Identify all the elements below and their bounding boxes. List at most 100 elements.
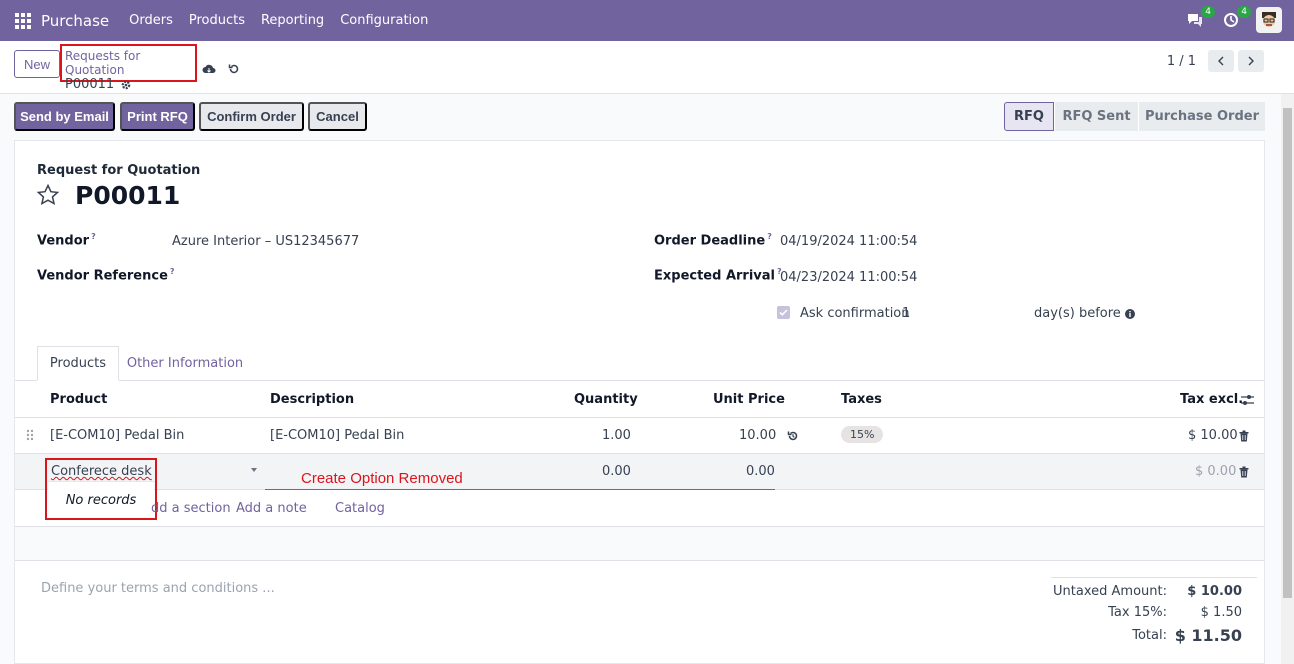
info-icon[interactable] — [1125, 309, 1135, 319]
discard-changes-icon[interactable] — [228, 63, 240, 75]
vendor-field[interactable]: Azure Interior – US12345677 — [172, 234, 359, 249]
apps-grid-icon[interactable] — [15, 12, 31, 29]
edit-row-underline — [265, 489, 775, 490]
tab-other-information[interactable]: Other Information — [125, 346, 245, 381]
menu-reporting[interactable]: Reporting — [261, 13, 324, 28]
cell-description[interactable]: [E-COM10] Pedal Bin — [270, 428, 404, 443]
order-deadline-field[interactable]: 04/19/2024 11:00:54 — [780, 234, 917, 249]
breadcrumb-current: P00011 — [65, 77, 195, 93]
add-note-link[interactable]: Add a note — [236, 501, 307, 516]
terms-and-conditions-field[interactable]: Define your terms and conditions ... — [41, 581, 275, 596]
table-row[interactable]: [E-COM10] Pedal Bin [E-COM10] Pedal Bin … — [15, 418, 1264, 454]
trash-icon[interactable] — [1239, 430, 1249, 442]
breadcrumb: Requests for Quotation P00011 — [60, 44, 197, 92]
stage-rfq-sent[interactable]: RFQ Sent — [1054, 102, 1138, 131]
total-label: Total: — [1132, 628, 1167, 643]
tax-badge[interactable]: 15% — [841, 426, 884, 443]
menu-orders[interactable]: Orders — [129, 13, 173, 28]
top-navbar: Purchase Orders Products Reporting Confi… — [0, 0, 1294, 41]
vendor-reference-label-text: Vendor Reference — [37, 268, 168, 284]
order-lines-header: Product Description Quantity Unit Price … — [15, 381, 1264, 418]
vendor-label: Vendor? — [37, 232, 96, 248]
stage-purchase-order[interactable]: Purchase Order — [1138, 102, 1265, 131]
cloud-save-icon[interactable] — [202, 63, 216, 75]
star-icon[interactable] — [36, 183, 60, 207]
column-description[interactable]: Description — [270, 392, 354, 407]
totals-summary: Untaxed Amount: $ 10.00 Tax 15%: $ 1.50 … — [1051, 577, 1257, 645]
vendor-reference-label: Vendor Reference? — [37, 267, 175, 283]
days-before-label: day(s) before — [1034, 306, 1121, 321]
help-mark[interactable]: ? — [170, 267, 175, 276]
tax-value: $ 1.50 — [1200, 605, 1242, 620]
cell-product[interactable]: [E-COM10] Pedal Bin — [50, 428, 184, 443]
avatar-icon[interactable] — [1256, 7, 1282, 33]
optional-columns-icon[interactable] — [1241, 394, 1254, 406]
ask-confirmation-days-field[interactable]: 1 — [902, 306, 910, 321]
add-section-link[interactable]: dd a section — [151, 501, 231, 516]
annotation-text: Create Option Removed — [301, 470, 463, 487]
untaxed-value: $ 10.00 — [1187, 584, 1242, 599]
send-by-email-button[interactable]: Send by Email — [14, 102, 115, 131]
record-title: P00011 — [75, 181, 181, 210]
new-button[interactable]: New — [14, 50, 60, 78]
chat-icon[interactable]: 4 — [1184, 6, 1215, 31]
print-rfq-button[interactable]: Print RFQ — [120, 102, 195, 131]
table-footer — [15, 527, 1264, 561]
menu-configuration[interactable]: Configuration — [340, 13, 428, 28]
chevron-left-icon — [1218, 56, 1224, 66]
order-deadline-label: Order Deadline? — [654, 232, 772, 248]
ask-confirmation-label: Ask confirmation — [800, 306, 910, 321]
scrollbar[interactable] — [1281, 94, 1294, 664]
check-icon — [779, 309, 788, 316]
edit-quantity-field[interactable]: 0.00 — [602, 464, 631, 479]
status-bar: RFQ RFQ Sent Purchase Order — [1004, 102, 1265, 131]
menu-products[interactable]: Products — [189, 13, 245, 28]
breadcrumb-current-label: P00011 — [65, 77, 115, 92]
scrollbar-thumb[interactable] — [1283, 108, 1292, 598]
total-value: $ 11.50 — [1174, 626, 1242, 645]
column-taxes[interactable]: Taxes — [841, 392, 882, 407]
cell-quantity[interactable]: 1.00 — [602, 428, 631, 443]
tab-products[interactable]: Products — [37, 346, 119, 381]
activities-badge: 4 — [1237, 6, 1251, 18]
systray: 4 4 — [1184, 6, 1282, 33]
stage-rfq[interactable]: RFQ — [1004, 102, 1054, 131]
drag-handle-icon[interactable] — [26, 429, 34, 441]
cancel-button[interactable]: Cancel — [308, 102, 367, 131]
edit-tax-excl: $ 0.00 — [1195, 464, 1237, 479]
breadcrumb-parent-link[interactable]: Requests for Quotation — [65, 49, 195, 77]
clock-icon[interactable]: 4 — [1220, 6, 1251, 31]
catalog-link[interactable]: Catalog — [335, 501, 385, 516]
confirm-order-button[interactable]: Confirm Order — [199, 102, 304, 131]
form-sheet: Request for Quotation P00011 Vendor? Azu… — [14, 140, 1265, 664]
chevron-right-icon — [1248, 56, 1254, 66]
editing-row[interactable]: 0.00 0.00 $ 0.00 — [15, 454, 1264, 490]
expected-arrival-field[interactable]: 04/23/2024 11:00:54 — [780, 270, 917, 285]
form-header-label: Request for Quotation — [37, 163, 201, 178]
cell-unit-price[interactable]: 10.00 — [739, 428, 776, 443]
notebook-tabs: Products Other Information — [15, 346, 1264, 381]
highlight-box — [45, 458, 157, 520]
pager: 1 / 1 — [1167, 50, 1264, 72]
pager-value[interactable]: 1 / 1 — [1167, 54, 1196, 69]
help-mark[interactable]: ? — [767, 232, 772, 241]
messages-badge: 4 — [1201, 6, 1215, 18]
column-product[interactable]: Product — [50, 392, 107, 407]
pager-next-button[interactable] — [1238, 50, 1264, 72]
ask-confirmation-checkbox[interactable] — [777, 306, 790, 319]
price-history-icon[interactable] — [787, 430, 799, 442]
help-mark[interactable]: ? — [91, 232, 96, 241]
trash-icon[interactable] — [1239, 466, 1249, 478]
vendor-label-text: Vendor — [37, 233, 90, 249]
chevron-down-icon[interactable] — [251, 468, 257, 472]
edit-unit-price-field[interactable]: 0.00 — [746, 464, 775, 479]
expected-arrival-label: Expected Arrival? — [654, 267, 782, 283]
gear-icon[interactable] — [120, 79, 132, 91]
cell-tax-excl: $ 10.00 — [1188, 428, 1238, 443]
pager-previous-button[interactable] — [1208, 50, 1234, 72]
tax-label: Tax 15%: — [1108, 605, 1167, 620]
column-tax-excl[interactable]: Tax excl. — [1180, 392, 1243, 407]
app-name[interactable]: Purchase — [41, 12, 109, 30]
column-unit-price[interactable]: Unit Price — [713, 392, 785, 407]
column-quantity[interactable]: Quantity — [574, 392, 638, 407]
